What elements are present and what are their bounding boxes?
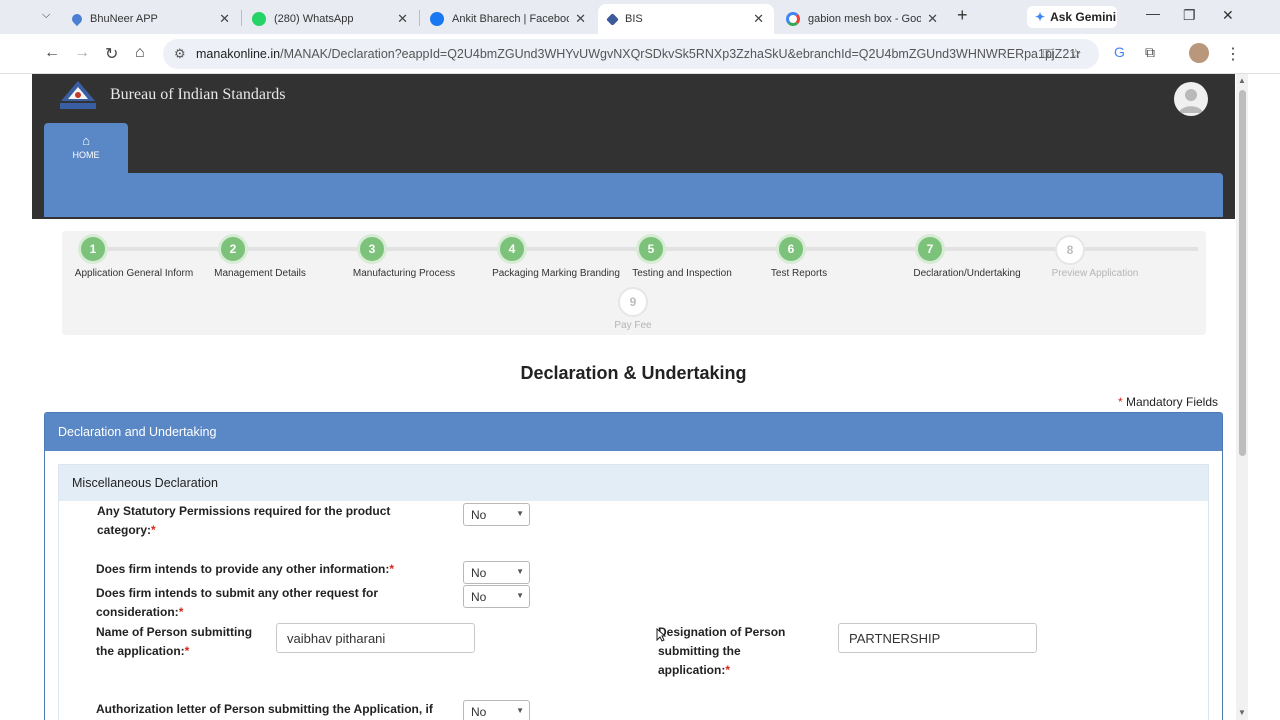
password-key-icon[interactable]: ⚿ — [1043, 46, 1053, 62]
home-nav-tab[interactable]: ⌂ HOME — [44, 123, 128, 175]
mouse-cursor-icon — [656, 628, 666, 642]
wizard-step-6[interactable]: 6 — [776, 234, 806, 264]
tab-google[interactable]: gabion mesh box - Google ✕ — [776, 4, 948, 34]
dropdown-caret-icon: ▼ — [516, 591, 524, 600]
site-info-icon[interactable]: ⚙ — [174, 46, 186, 62]
subpanel-title: Miscellaneous Declaration — [59, 465, 1208, 501]
back-icon[interactable]: ← — [44, 44, 60, 62]
wizard-step-8-label: Preview Application — [1051, 268, 1139, 279]
wizard-step-1[interactable]: 1 — [78, 234, 108, 264]
other-request-select[interactable]: No ▼ — [463, 585, 530, 608]
new-tab-plus-icon[interactable]: + — [957, 5, 968, 26]
other-request-label: Does firm intends to submit any other re… — [96, 586, 379, 619]
submitter-name-label: Name of Person submitting the applicatio… — [96, 625, 253, 658]
tab-facebook[interactable]: Ankit Bharech | Facebook ✕ — [420, 4, 596, 34]
authorization-letter-select[interactable]: No ▼ — [463, 700, 530, 720]
wizard-step-2[interactable]: 2 — [218, 234, 248, 264]
home-icon[interactable]: ⌂ — [135, 44, 145, 62]
wizard-step-5-label: Testing and Inspection — [632, 268, 732, 279]
tab-bhuneer[interactable]: BhuNeer APP ✕ — [62, 4, 240, 34]
ask-gemini-button[interactable]: ✦ Ask Gemini — [1027, 6, 1117, 28]
wizard-step-3-label: Manufacturing Process — [352, 268, 456, 279]
mandatory-note: * Mandatory Fields — [1117, 395, 1218, 409]
tab-whatsapp[interactable]: (280) WhatsApp ✕ — [242, 4, 418, 34]
wizard-step-2-label: Management Details — [214, 268, 306, 279]
site-header: Bureau of Indian Standards ⌂ HOME — [32, 74, 1235, 219]
home-icon: ⌂ — [82, 133, 90, 148]
translate-icon[interactable]: G — [1114, 44, 1125, 60]
address-bar: ← → ↻ ⌂ ⚙ manakonline.in/MANAK/Declarati… — [0, 34, 1280, 74]
facebook-icon — [430, 12, 444, 26]
wizard-step-4[interactable]: 4 — [497, 234, 527, 264]
scroll-down-icon[interactable]: ▼ — [1238, 708, 1246, 717]
org-title: Bureau of Indian Standards — [110, 86, 286, 103]
water-drop-icon — [69, 11, 85, 27]
url-field[interactable]: ⚙ manakonline.in/MANAK/Declaration?eappI… — [163, 39, 1099, 69]
dropdown-caret-icon: ▼ — [516, 509, 524, 518]
bis-logo — [60, 81, 96, 109]
submitter-designation-label: Designation of Person submitting the app… — [658, 625, 786, 677]
close-tab-icon[interactable]: ✕ — [219, 11, 230, 27]
bis-icon — [606, 12, 619, 26]
google-icon — [786, 12, 800, 26]
close-tab-icon[interactable]: ✕ — [927, 11, 938, 27]
close-tab-icon[interactable]: ✕ — [397, 11, 408, 27]
wizard-step-1-label: Application General Inform — [74, 268, 194, 279]
other-info-select[interactable]: No ▼ — [463, 561, 530, 584]
extensions-icon[interactable]: ⧉ — [1145, 44, 1155, 61]
close-window-icon[interactable]: ✕ — [1222, 7, 1234, 24]
scroll-thumb[interactable] — [1239, 90, 1246, 456]
forward-icon[interactable]: → — [74, 44, 90, 62]
wizard-step-5[interactable]: 5 — [636, 234, 666, 264]
wizard-step-9-label: Pay Fee — [614, 320, 652, 331]
wizard-step-7-label: Declaration/Undertaking — [913, 268, 1021, 279]
submitter-designation-input[interactable]: PARTNERSHIP — [838, 623, 1037, 653]
wizard-step-8[interactable]: 8 — [1055, 235, 1085, 265]
gemini-sparkle-icon: ✦ — [1035, 10, 1046, 24]
wizard-step-6-label: Test Reports — [770, 268, 828, 279]
close-tab-icon[interactable]: ✕ — [575, 11, 586, 27]
wizard-step-3[interactable]: 3 — [357, 234, 387, 264]
submitter-name-input[interactable]: vaibhav pitharani — [276, 623, 475, 653]
profile-avatar-icon[interactable] — [1189, 43, 1209, 63]
wizard-step-4-label: Packaging Marking Branding — [492, 268, 620, 279]
minimize-icon[interactable]: — — [1146, 5, 1160, 21]
bookmark-star-icon[interactable]: ☆ — [1070, 46, 1082, 62]
page-scrollbar[interactable]: ▲ ▼ — [1236, 74, 1248, 720]
wizard-step-7[interactable]: 7 — [915, 234, 945, 264]
restore-icon[interactable]: ❐ — [1183, 7, 1196, 24]
statutory-permissions-label: Any Statutory Permissions required for t… — [97, 504, 391, 537]
declaration-panel: Declaration and Undertaking Miscellaneou… — [44, 412, 1223, 720]
user-avatar[interactable] — [1174, 82, 1208, 116]
page-title: Declaration & Undertaking — [520, 363, 747, 383]
authorization-letter-label: Authorization letter of Person submittin… — [96, 702, 433, 716]
panel-title: Declaration and Undertaking — [45, 413, 1222, 451]
browser-tab-bar: ⌵ BhuNeer APP ✕ (280) WhatsApp ✕ Ankit B… — [0, 0, 1280, 34]
other-info-label: Does firm intends to provide any other i… — [96, 562, 395, 576]
scroll-up-icon[interactable]: ▲ — [1238, 76, 1246, 85]
statutory-permissions-select[interactable]: No ▼ — [463, 503, 530, 526]
wizard-step-9[interactable]: 9 — [618, 287, 648, 317]
tab-bis[interactable]: BIS ✕ — [598, 4, 774, 34]
nav-band — [44, 173, 1223, 217]
reload-icon[interactable]: ↻ — [105, 44, 118, 64]
whatsapp-icon — [252, 12, 266, 26]
dropdown-caret-icon: ▼ — [516, 567, 524, 576]
progress-wizard: 1 Application General Inform 2 Managemen… — [62, 231, 1206, 335]
page-content: Bureau of Indian Standards ⌂ HOME 1 Appl… — [32, 74, 1235, 720]
tab-search-chevron-icon[interactable]: ⌵ — [42, 9, 50, 22]
close-tab-icon[interactable]: ✕ — [753, 11, 764, 27]
dropdown-caret-icon: ▼ — [516, 706, 524, 715]
menu-dots-icon[interactable]: ⋮ — [1225, 44, 1241, 64]
user-silhouette-icon — [1179, 89, 1203, 113]
